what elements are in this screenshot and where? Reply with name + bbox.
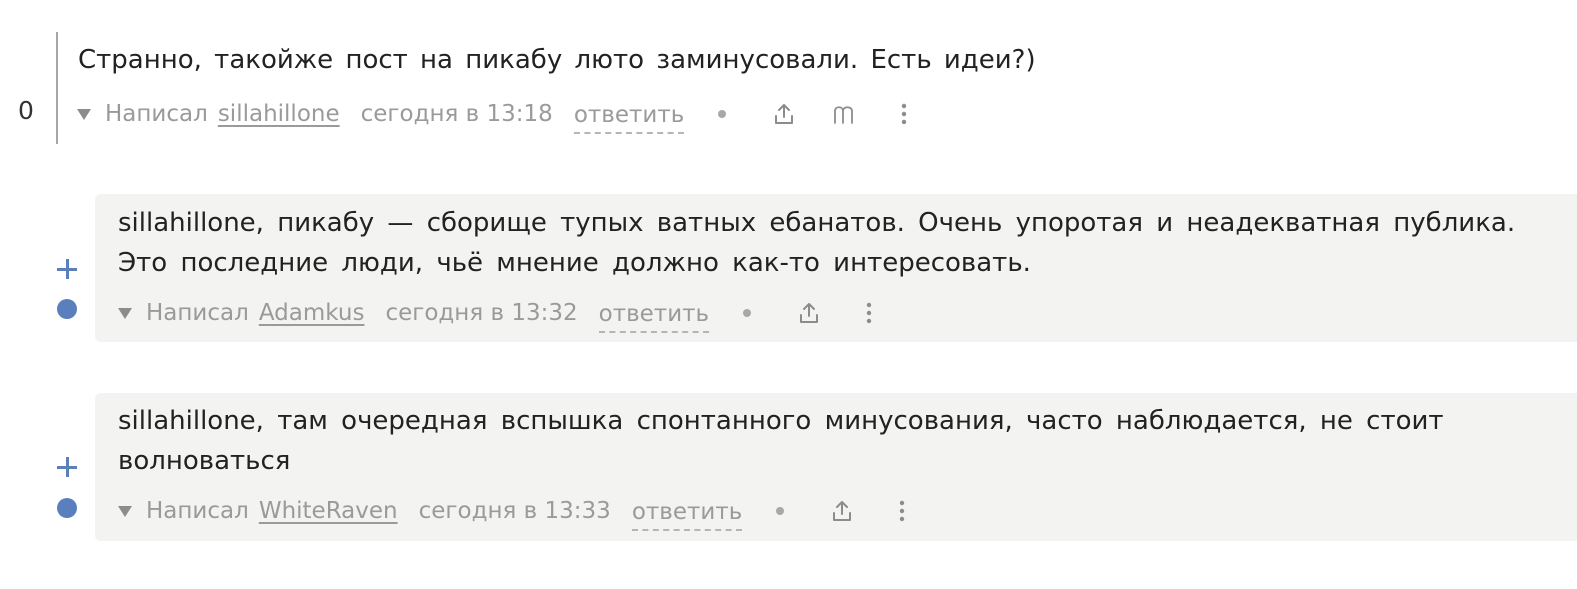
- more-vertical-icon[interactable]: [889, 496, 915, 526]
- reply-link[interactable]: ответить: [631, 499, 743, 531]
- share-icon[interactable]: [829, 496, 855, 526]
- author-link[interactable]: Adamkus: [259, 300, 365, 326]
- reply-comment: sillahillone, там очередная вспышка спон…: [0, 393, 1577, 541]
- separator-dot: [743, 309, 752, 317]
- comment-meta: Написал WhiteRaven сегодня в 13:33 ответ…: [118, 491, 915, 531]
- plus-icon[interactable]: [55, 257, 79, 281]
- collapse-triangle-icon[interactable]: [118, 307, 132, 319]
- reply-comment: sillahillone, пикабу — сборище тупых ват…: [0, 194, 1577, 342]
- plus-icon[interactable]: [55, 455, 79, 479]
- author-link[interactable]: sillahillone: [218, 101, 340, 127]
- written-by-label: Написал: [146, 498, 249, 524]
- comments-page: 0 Странно, такойже пост на пикабу люто з…: [0, 0, 1577, 589]
- collapse-triangle-icon[interactable]: [77, 108, 91, 120]
- reply-link[interactable]: ответить: [598, 301, 710, 333]
- more-vertical-icon[interactable]: [856, 298, 882, 328]
- thread-line[interactable]: [56, 32, 58, 144]
- collapse-triangle-icon[interactable]: [118, 505, 132, 517]
- m-icon[interactable]: [831, 99, 857, 129]
- share-icon[interactable]: [771, 99, 797, 129]
- separator-dot: [718, 110, 727, 118]
- comment-text: Странно, такойже пост на пикабу люто зам…: [78, 45, 1036, 75]
- comment-time: сегодня в 13:33: [418, 498, 611, 524]
- comment-time: сегодня в 13:32: [385, 300, 578, 326]
- separator-dot: [776, 507, 785, 515]
- author-link[interactable]: WhiteRaven: [259, 498, 398, 524]
- share-icon[interactable]: [796, 298, 822, 328]
- comment-bubble: sillahillone, там очередная вспышка спон…: [95, 393, 1577, 541]
- comment-meta: Написал Adamkus сегодня в 13:32 ответить: [118, 293, 882, 333]
- more-vertical-icon[interactable]: [891, 99, 917, 129]
- comment-bubble: sillahillone, пикабу — сборище тупых ват…: [95, 194, 1577, 342]
- root-comment: 0 Странно, такойже пост на пикабу люто з…: [0, 30, 1577, 144]
- new-comment-dot-icon: [57, 299, 77, 319]
- new-comment-dot-icon: [57, 498, 77, 518]
- written-by-label: Написал: [105, 101, 208, 127]
- comment-meta: Написал sillahillone сегодня в 13:18 отв…: [77, 94, 917, 134]
- reply-link[interactable]: ответить: [573, 102, 685, 134]
- comment-rating: 0: [18, 96, 34, 125]
- comment-text: sillahillone, пикабу — сборище тупых ват…: [118, 208, 1516, 278]
- comment-text: sillahillone, там очередная вспышка спон…: [118, 406, 1444, 476]
- written-by-label: Написал: [146, 300, 249, 326]
- comment-time: сегодня в 13:18: [360, 101, 553, 127]
